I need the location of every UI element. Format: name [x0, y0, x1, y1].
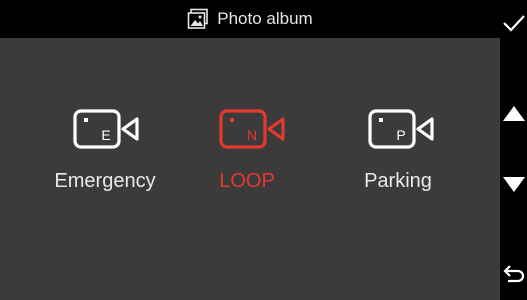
- title-bar: Photo album: [0, 0, 500, 38]
- mode-label: Parking: [364, 170, 432, 192]
- up-button[interactable]: [500, 98, 527, 128]
- video-camera-icon: P: [368, 109, 434, 149]
- arrow-up-icon: [502, 106, 525, 121]
- back-button[interactable]: [500, 258, 527, 292]
- down-button[interactable]: [500, 170, 527, 200]
- photo-album-icon: [187, 8, 209, 29]
- return-icon: [502, 265, 524, 283]
- checkmark-icon: [502, 15, 525, 32]
- mode-label: Emergency: [54, 170, 156, 192]
- recording-mode-list: E Emergency N LOOP P Parking: [0, 38, 500, 300]
- mode-loop[interactable]: N LOOP: [172, 38, 322, 300]
- title-group: Photo album: [187, 8, 313, 30]
- video-camera-icon: E: [73, 109, 139, 149]
- mode-letter: E: [101, 127, 110, 143]
- mode-label: LOOP: [219, 170, 275, 192]
- mode-letter: N: [247, 127, 257, 143]
- mode-emergency[interactable]: E Emergency: [30, 38, 180, 300]
- side-control-bar: [500, 0, 527, 300]
- confirm-button[interactable]: [500, 6, 527, 40]
- arrow-down-icon: [502, 177, 525, 192]
- mode-parking[interactable]: P Parking: [323, 38, 473, 300]
- video-camera-icon: N: [219, 109, 285, 149]
- mode-letter: P: [396, 127, 405, 143]
- page-title: Photo album: [217, 9, 313, 28]
- camera-screen: Photo album E Emergency N LOOP P Parking: [0, 0, 527, 300]
